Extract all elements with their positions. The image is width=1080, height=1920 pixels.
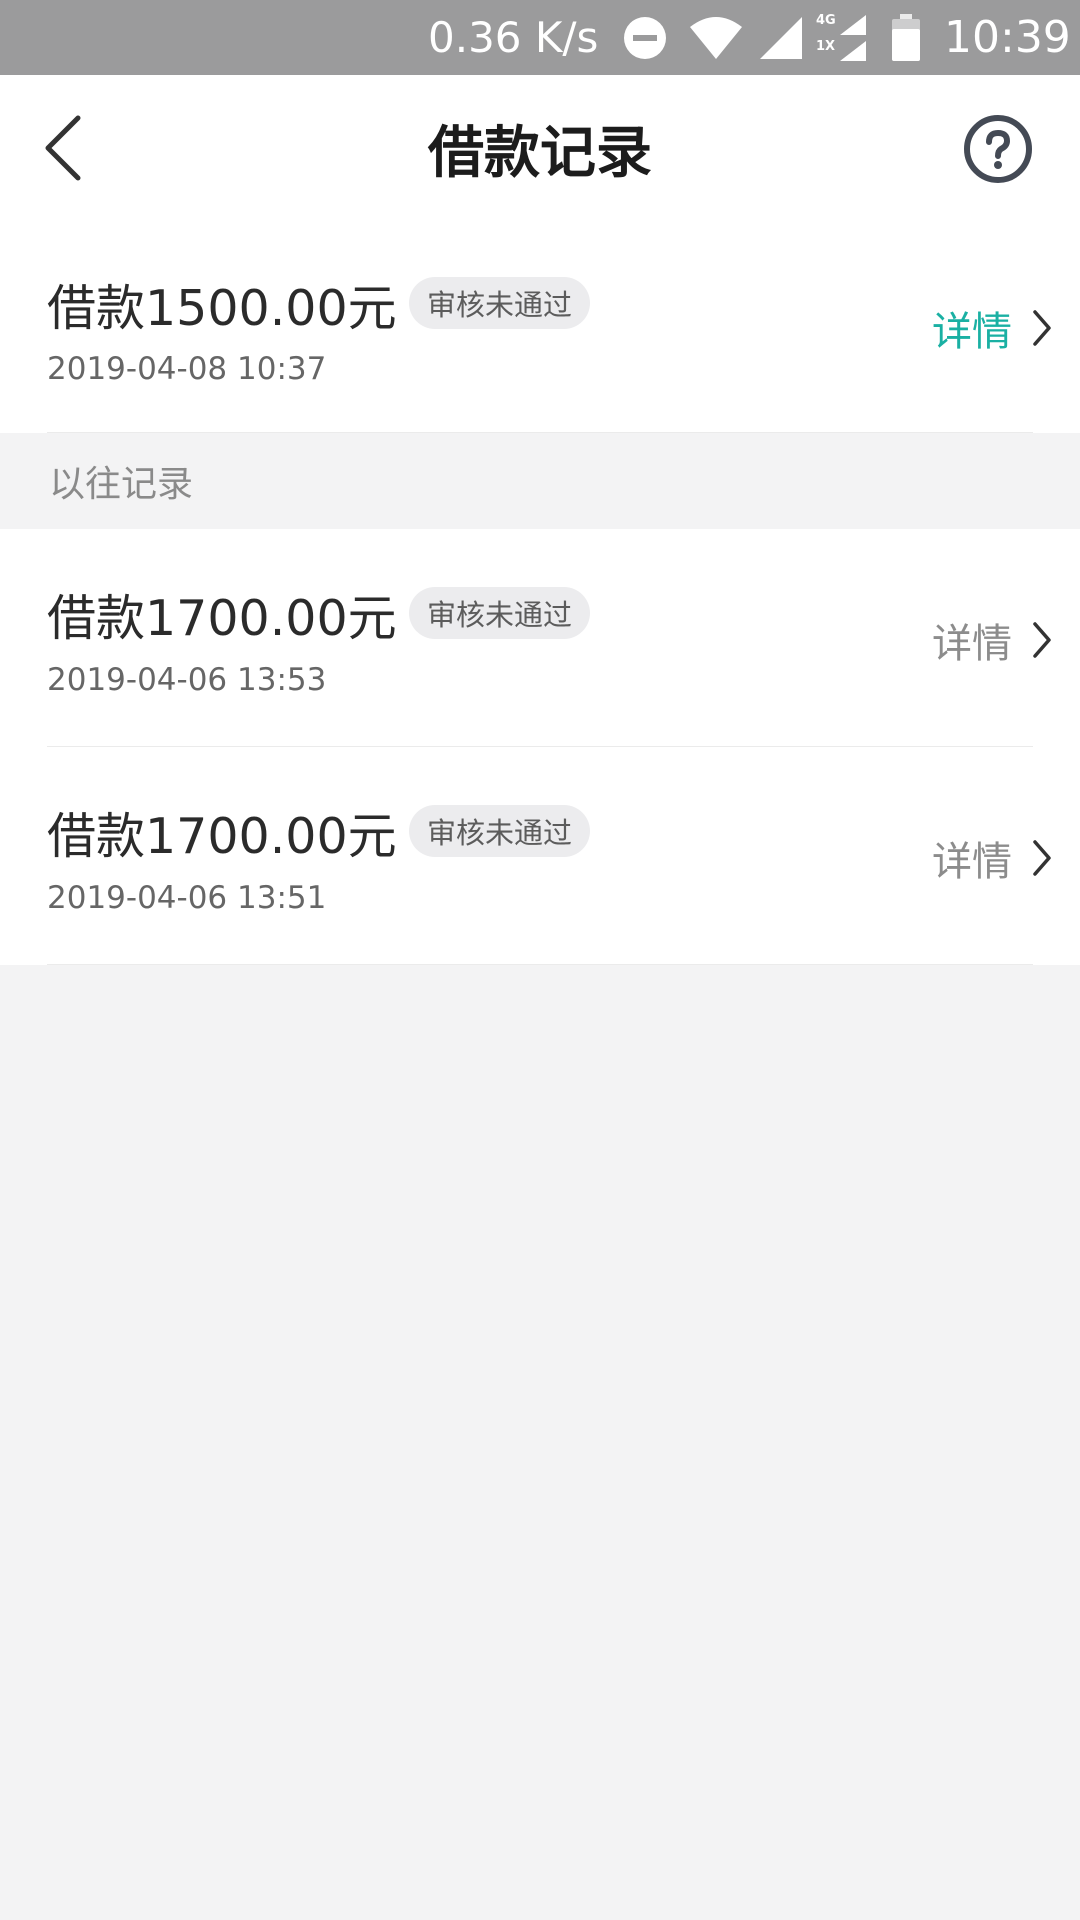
- loan-datetime: 2019-04-06 13:53: [47, 662, 327, 698]
- section-header: 以往记录: [0, 433, 1080, 529]
- detail-link[interactable]: 详情: [932, 611, 1052, 669]
- loan-amount: 借款1700.00元: [47, 808, 397, 865]
- loan-record-current[interactable]: 借款1500.00元 审核未通过 2019-04-08 10:37 详情: [0, 221, 1080, 433]
- status-badge: 审核未通过: [409, 277, 591, 329]
- battery-icon: [890, 0, 922, 75]
- loan-amount: 借款1500.00元: [47, 280, 397, 337]
- status-bar: 0.36 K/s 4G 1X 10:39: [0, 0, 1080, 75]
- wifi-icon: [688, 0, 744, 75]
- loan-datetime: 2019-04-08 10:37: [47, 351, 327, 387]
- section-header-label: 以往记录: [49, 464, 194, 505]
- clock: 10:39: [944, 12, 1071, 63]
- network-type-top: 4G: [816, 12, 836, 28]
- network-type-bottom: 1X: [816, 38, 836, 54]
- loan-record[interactable]: 借款1700.00元 审核未通过 2019-04-06 13:51 详情: [0, 747, 1080, 965]
- chevron-right-icon: [1033, 622, 1051, 658]
- loan-datetime: 2019-04-06 13:51: [47, 880, 327, 916]
- signal-icon: [758, 0, 804, 75]
- loan-amount: 借款1700.00元: [47, 590, 397, 647]
- signal-4g-1x-icon: 4G 1X: [814, 0, 870, 75]
- detail-link[interactable]: 详情: [932, 829, 1052, 887]
- loan-record[interactable]: 借款1700.00元 审核未通过 2019-04-06 13:53 详情: [0, 529, 1080, 747]
- chevron-left-icon[interactable]: [38, 108, 90, 188]
- page-title: 借款记录: [428, 120, 652, 186]
- dnd-icon: [622, 0, 668, 75]
- detail-label: 详情: [932, 309, 1012, 355]
- detail-label: 详情: [932, 621, 1012, 667]
- detail-link[interactable]: 详情: [932, 299, 1052, 357]
- chevron-right-icon: [1033, 840, 1051, 876]
- status-badge: 审核未通过: [409, 587, 591, 639]
- nav-bar: 借款记录: [0, 75, 1080, 221]
- network-speed: 0.36 K/s: [428, 13, 599, 62]
- detail-label: 详情: [932, 839, 1012, 885]
- help-circle-icon[interactable]: [962, 113, 1034, 185]
- status-badge: 审核未通过: [409, 805, 591, 857]
- divider: [47, 964, 1033, 965]
- chevron-right-icon: [1033, 310, 1051, 346]
